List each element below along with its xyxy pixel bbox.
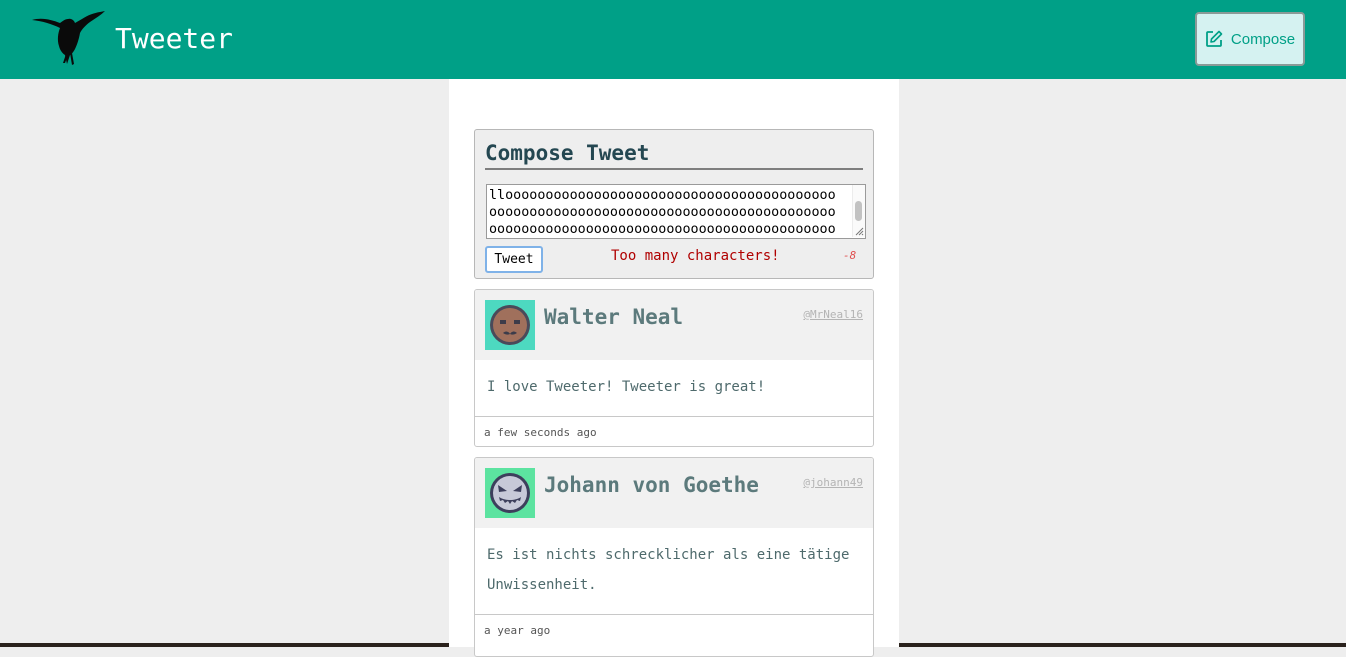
tweet-textarea[interactable]: lloooooooooooooooooooooooooooooooooooooo…: [486, 184, 866, 239]
tweet-header: Walter Neal @MrNeal16: [475, 290, 873, 360]
char-counter: -8: [843, 249, 857, 262]
tweet-text: I love Tweeter! Tweeter is great!: [487, 379, 766, 395]
tweet-timestamp: a year ago: [484, 624, 551, 637]
tweet-submit-button[interactable]: Tweet: [485, 246, 543, 273]
tweet-author-name: Johann von Goethe: [544, 473, 759, 497]
tweet-card: Johann von Goethe @johann49 Es ist nicht…: [474, 457, 874, 657]
tweet-author-name: Walter Neal: [544, 305, 684, 329]
avatar: [485, 468, 535, 518]
compose-button-label: Compose: [1230, 30, 1296, 48]
compose-button[interactable]: Compose: [1195, 12, 1305, 66]
edit-icon: [1205, 30, 1223, 47]
hummingbird-icon: [32, 11, 105, 65]
tweet-footer: a year ago: [475, 614, 873, 655]
avatar: [485, 300, 535, 350]
compose-tweet-box: Compose Tweet lloooooooooooooooooooooooo…: [474, 129, 874, 279]
main-container: Compose Tweet lloooooooooooooooooooooooo…: [449, 79, 899, 657]
resize-grip-icon[interactable]: [855, 227, 864, 236]
tweet-footer: a few seconds ago: [475, 416, 873, 446]
tweet-timestamp: a few seconds ago: [484, 426, 597, 439]
navbar: Tweeter Compose: [0, 0, 1346, 79]
tweet-text: Es ist nichts schrecklicher als eine tät…: [487, 547, 850, 593]
tweet-author-handle[interactable]: @johann49: [803, 476, 863, 490]
tweet-card: Walter Neal @MrNeal16 I love Tweeter! Tw…: [474, 289, 874, 447]
compose-title: Compose Tweet: [485, 140, 863, 170]
brand-title[interactable]: Tweeter: [115, 20, 233, 58]
scrollbar-thumb[interactable]: [855, 201, 862, 221]
tweet-author-handle[interactable]: @MrNeal16: [803, 308, 863, 322]
tweet-header: Johann von Goethe @johann49: [475, 458, 873, 528]
error-message: Too many characters!: [611, 248, 780, 264]
